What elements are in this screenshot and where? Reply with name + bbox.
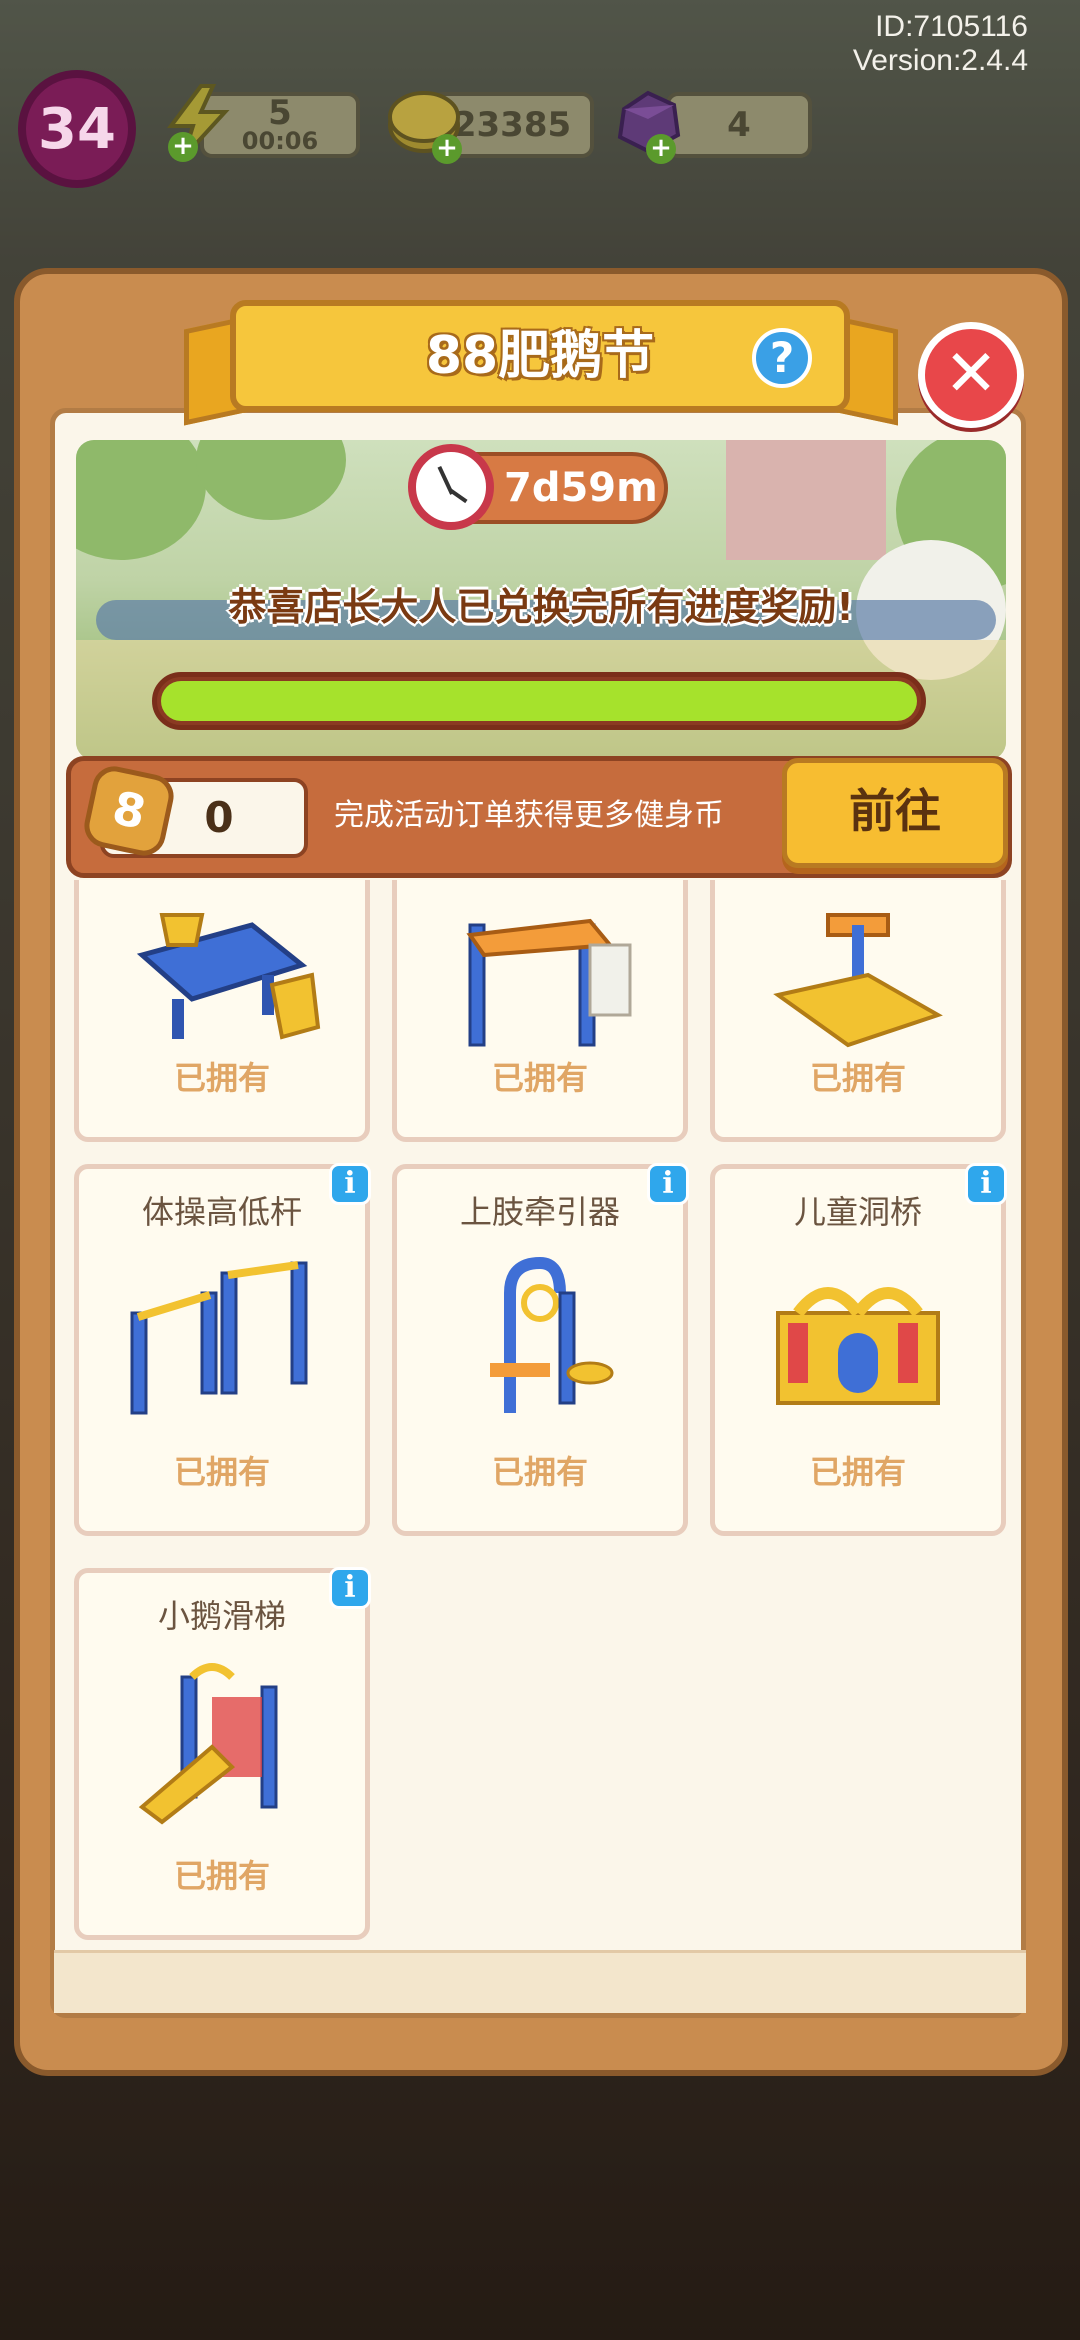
tunnel-bridge-icon [776, 1287, 940, 1405]
reward-card[interactable]: 体操高低杆 i 已拥有 [74, 1163, 371, 1536]
coin-value: 23385 [452, 105, 572, 145]
scene-tree [196, 440, 346, 520]
info-button[interactable]: i [965, 1163, 1007, 1205]
go-button[interactable]: 前往 [782, 758, 1008, 868]
info-button[interactable]: i [647, 1163, 689, 1205]
card-name: 儿童洞桥 [793, 1193, 922, 1231]
progress-fill [161, 681, 917, 721]
info-button[interactable]: i [329, 1163, 371, 1205]
slide-icon [138, 1663, 278, 1825]
climbing-frame-icon [466, 918, 632, 1047]
info-button[interactable]: i [329, 1567, 371, 1609]
scene-building [726, 440, 886, 560]
congrats-message: 恭喜店长大人已兑换完所有进度奖励! [228, 585, 854, 629]
version-label: Version:2.4.4 [852, 44, 1028, 77]
reward-card[interactable]: 儿童洞桥 i 已拥有 [710, 1163, 1007, 1536]
card-status: 已拥有 [173, 1857, 270, 1895]
card-status: 已拥有 [173, 1453, 270, 1491]
card-status: 已拥有 [491, 1453, 588, 1491]
reward-card[interactable]: 已拥有 [392, 880, 688, 1142]
seesaw-icon [773, 913, 943, 1048]
card-status: 已拥有 [491, 1059, 588, 1097]
card-status: 已拥有 [809, 1453, 906, 1491]
scene-tree [76, 440, 206, 560]
fitness-coin-description: 完成活动订单获得更多健身币 [334, 798, 724, 833]
reward-card[interactable]: 上肢牵引器 i 已拥有 [392, 1163, 689, 1536]
card-name: 小鹅滑梯 [157, 1597, 286, 1635]
close-button[interactable]: ✕ [918, 322, 1024, 428]
player-id-version: ID:7105116 Version:2.4.4 [853, 10, 1028, 78]
pull-machine-icon [490, 1256, 614, 1413]
reward-card[interactable]: 小鹅滑梯 i 已拥有 [74, 1567, 371, 1940]
card-status: 已拥有 [173, 1059, 270, 1097]
player-id: ID:7105116 [875, 10, 1028, 43]
energy-timer: 00:06 [241, 127, 319, 155]
energy-plus-icon[interactable]: + [168, 132, 198, 162]
reward-grid[interactable]: 已拥有 已拥有 已拥有 体操高低杆 i 已拥有 上肢牵引器 i 已拥有 儿童洞桥… [74, 880, 1010, 1950]
gem-counter[interactable]: 4 [666, 92, 812, 158]
gem-plus-icon[interactable]: + [646, 134, 676, 164]
gem-value: 4 [727, 105, 751, 145]
coin-plus-icon[interactable]: + [432, 134, 462, 164]
event-progress-bar [152, 672, 926, 730]
chess-table-icon [136, 913, 321, 1040]
reward-card[interactable]: 已拥有 [710, 880, 1006, 1142]
card-name: 上肢牵引器 [459, 1193, 620, 1231]
energy-value: 5 [268, 93, 292, 133]
clock-icon [408, 444, 494, 530]
player-level-badge[interactable]: 34 [18, 70, 136, 188]
parallel-bars-icon [130, 1261, 308, 1415]
help-button[interactable]: ? [752, 328, 812, 388]
reward-card[interactable]: 已拥有 [74, 880, 370, 1142]
panel-bottom-strip [54, 1950, 1026, 2013]
card-status: 已拥有 [809, 1059, 906, 1097]
card-name: 体操高低杆 [141, 1193, 302, 1231]
